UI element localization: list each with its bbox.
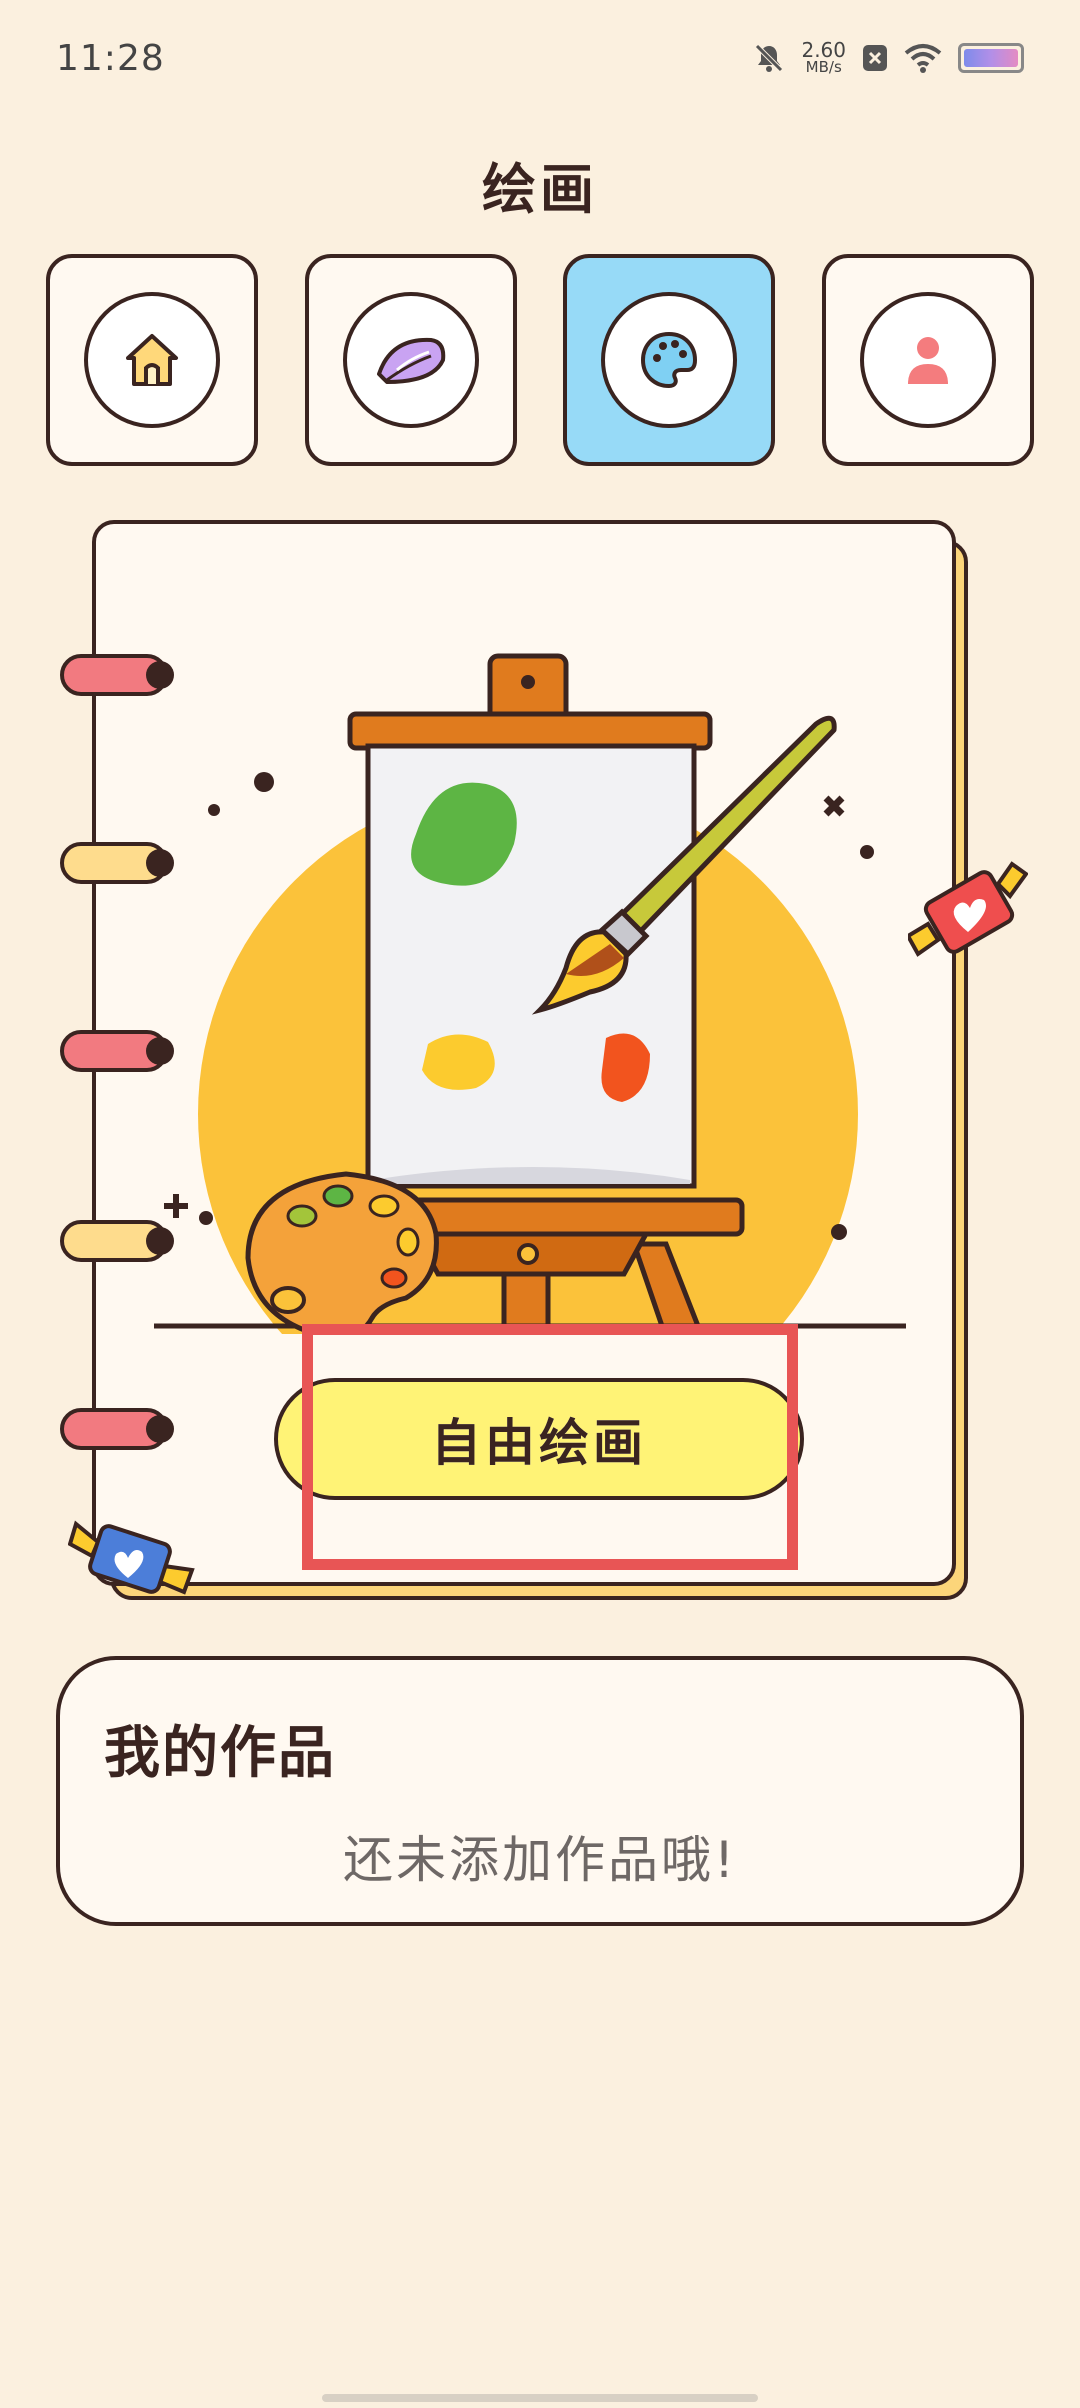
battery-icon xyxy=(958,42,1024,73)
tab-home-circle xyxy=(84,292,220,428)
palette-icon xyxy=(641,331,698,389)
tab-palette[interactable] xyxy=(563,254,776,466)
person-icon xyxy=(907,337,948,384)
status-time: 11:28 xyxy=(56,38,165,79)
candy-icon xyxy=(908,861,1028,957)
candy-icon xyxy=(68,1520,195,1595)
tab-leaf[interactable] xyxy=(304,254,517,466)
wifi-icon xyxy=(904,43,942,73)
net-speed-value: 2.60 xyxy=(801,38,846,62)
easel-illustration xyxy=(154,653,906,1334)
empty-works-message: 还未添加作品哦! xyxy=(342,1831,738,1889)
page-title: 绘画 xyxy=(482,158,598,221)
binder-ring xyxy=(60,1408,174,1450)
tab-bar xyxy=(46,254,1034,466)
net-speed-unit: MB/s xyxy=(805,58,842,76)
tab-leaf-circle xyxy=(342,292,479,428)
status-bar: 11:28 2.60 MB/s xyxy=(0,0,1080,120)
tab-palette-circle xyxy=(601,292,738,428)
tab-profile[interactable] xyxy=(821,254,1034,466)
free-drawing-button[interactable]: 自由绘画 xyxy=(274,1378,804,1500)
my-works-title: 我的作品 xyxy=(104,1721,336,1786)
home-indicator[interactable] xyxy=(322,2394,758,2402)
my-works-card[interactable]: 我的作品 还未添加作品哦! xyxy=(56,1656,1024,1926)
tab-home[interactable] xyxy=(46,254,258,466)
notification-x-icon xyxy=(863,44,887,71)
tab-profile-circle xyxy=(859,292,996,428)
drawing-card: 自由绘画 xyxy=(60,520,1028,1595)
net-speed: 2.60 MB/s xyxy=(801,40,846,75)
mute-bell-icon xyxy=(755,43,784,72)
leaf-icon xyxy=(376,337,445,384)
house-icon xyxy=(126,334,178,386)
status-icons: 2.60 MB/s xyxy=(753,40,1024,75)
